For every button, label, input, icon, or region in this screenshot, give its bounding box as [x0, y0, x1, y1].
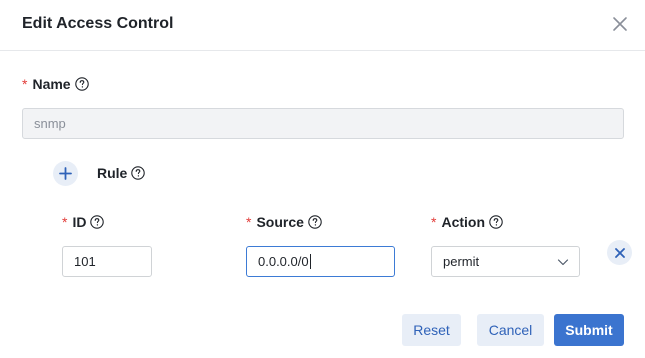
rule-label: Rule: [97, 164, 146, 182]
source-label: * Source: [246, 213, 322, 231]
help-icon[interactable]: [90, 215, 105, 229]
name-label: * Name: [22, 75, 89, 93]
remove-rule-button[interactable]: [607, 240, 632, 265]
name-label-text: Name: [32, 76, 71, 92]
name-input[interactable]: snmp: [22, 108, 624, 139]
plus-icon: [59, 167, 72, 180]
action-label: * Action: [431, 213, 503, 231]
source-label-text: Source: [256, 214, 304, 230]
submit-button[interactable]: Submit: [554, 314, 624, 346]
required-mark: *: [246, 214, 252, 230]
help-icon[interactable]: [489, 215, 503, 229]
close-circle-icon: [614, 247, 625, 258]
rule-source-value: 0.0.0.0/0: [258, 254, 309, 269]
rule-action-value: permit: [443, 254, 480, 269]
required-mark: *: [22, 76, 28, 92]
help-icon[interactable]: [308, 215, 322, 229]
add-rule-button[interactable]: [53, 161, 78, 186]
id-label: * ID: [62, 213, 105, 231]
id-label-text: ID: [72, 214, 87, 230]
rule-id-input[interactable]: 101: [62, 246, 152, 277]
help-icon[interactable]: [131, 166, 146, 180]
help-icon[interactable]: [74, 77, 89, 91]
chevron-down-icon: [557, 259, 569, 266]
rule-action-select[interactable]: permit: [431, 246, 580, 277]
reset-button[interactable]: Reset: [402, 314, 461, 346]
action-label-text: Action: [441, 214, 486, 230]
text-caret: [309, 254, 311, 269]
required-mark: *: [62, 214, 68, 230]
cancel-button[interactable]: Cancel: [477, 314, 544, 346]
dialog-header: Edit Access Control: [0, 0, 645, 51]
close-icon[interactable]: [611, 15, 629, 33]
required-mark: *: [431, 214, 437, 230]
rule-source-input[interactable]: 0.0.0.0/0: [246, 246, 395, 277]
dialog-title: Edit Access Control: [22, 15, 174, 32]
rule-label-text: Rule: [97, 165, 128, 181]
